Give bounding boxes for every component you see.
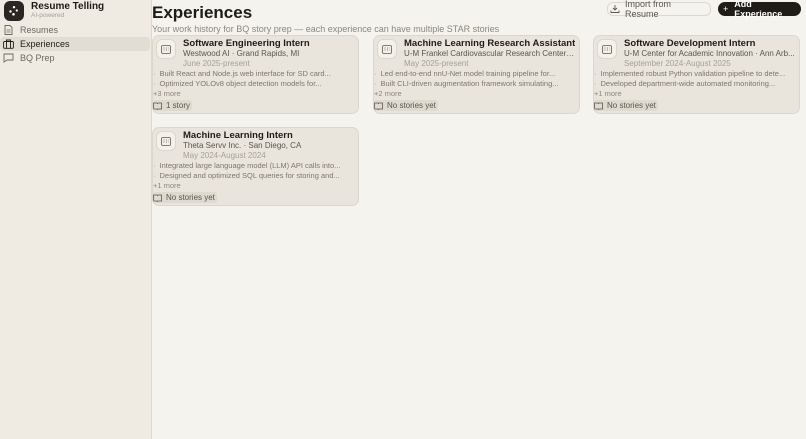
experience-card[interactable]: Software Engineering Intern Westwood AI … xyxy=(152,35,359,114)
download-icon xyxy=(610,4,620,14)
book-icon xyxy=(153,102,162,110)
stories-count: No stories yet xyxy=(387,101,436,110)
experience-org: Westwood AI · Grand Rapids, MI xyxy=(183,49,300,58)
plus-icon: + xyxy=(723,4,729,14)
stories-badge: No stories yet xyxy=(374,100,438,111)
experience-dates: June 2025-present xyxy=(183,59,250,68)
sidebar-item-experiences[interactable]: Experiences xyxy=(0,37,150,51)
more-bullets-link[interactable]: +3 more xyxy=(153,89,181,98)
building-icon xyxy=(597,39,617,59)
add-experience-button[interactable]: + Add Experience xyxy=(718,0,801,19)
sidebar: Resume Telling AI-powered Resumes Experi… xyxy=(0,0,152,439)
import-label: Import from Resume xyxy=(625,0,672,19)
import-from-resume-button[interactable]: Import from Resume xyxy=(607,0,711,19)
experience-dates: May 2024-August 2024 xyxy=(183,151,266,160)
experience-bullet: · Developed department-wide automated mon… xyxy=(594,79,776,88)
book-icon xyxy=(153,194,162,202)
experience-title: Machine Learning Intern xyxy=(183,130,293,141)
sidebar-item-resumes[interactable]: Resumes xyxy=(0,23,151,37)
stories-count: No stories yet xyxy=(607,101,656,110)
book-icon xyxy=(374,102,383,110)
building-icon xyxy=(156,131,176,151)
document-icon xyxy=(2,25,14,35)
page-title: Experiences xyxy=(152,3,253,22)
experience-org: U-M Center for Academic Innovation · Ann… xyxy=(624,49,795,58)
experience-card[interactable]: Software Development Intern U-M Center f… xyxy=(593,35,800,114)
experience-bullet: · Built CLI-driven augmentation framework… xyxy=(374,79,559,88)
experience-bullet: · Integrated large language model (LLM) A… xyxy=(153,161,341,170)
brand[interactable]: Resume Telling AI-powered xyxy=(0,0,151,22)
stories-badge: No stories yet xyxy=(153,192,217,203)
experience-bullet: · Led end-to-end nnU-Net model training p… xyxy=(374,69,556,78)
stories-badge: No stories yet xyxy=(594,100,658,111)
sparkle-logo-icon xyxy=(4,1,24,21)
more-bullets-link[interactable]: +1 more xyxy=(153,181,181,190)
chat-icon xyxy=(2,53,14,63)
sidebar-item-label: BQ Prep xyxy=(20,53,55,63)
experience-title: Software Development Intern xyxy=(624,38,756,49)
experience-card[interactable]: Machine Learning Research Assistant U-M … xyxy=(373,35,580,114)
briefcase-icon xyxy=(2,39,14,49)
sidebar-item-label: Experiences xyxy=(20,39,70,49)
sidebar-item-bq-prep[interactable]: BQ Prep xyxy=(0,51,151,65)
add-experience-label: Add Experience xyxy=(734,0,783,19)
main-content: Experiences Your work history for BQ sto… xyxy=(152,0,806,439)
experience-bullet: · Built React and Node.js web interface f… xyxy=(153,69,331,78)
stories-badge: 1 story xyxy=(153,100,193,111)
experience-org: Theta Servv Inc. · San Diego, CA xyxy=(183,141,302,150)
experience-bullet: · Implemented robust Python validation pi… xyxy=(594,69,786,78)
experience-title: Software Engineering Intern xyxy=(183,38,310,49)
experience-dates: May 2025-present xyxy=(404,59,469,68)
stories-count: No stories yet xyxy=(166,193,215,202)
sidebar-nav: Resumes Experiences BQ Prep xyxy=(0,23,151,65)
experience-title: Machine Learning Research Assistant xyxy=(404,38,575,49)
sidebar-item-label: Resumes xyxy=(20,25,59,35)
experience-org: U-M Frankel Cardiovascular Research Cent… xyxy=(404,49,576,58)
book-icon xyxy=(594,102,603,110)
experience-bullet: · Designed and optimized SQL queries for … xyxy=(153,171,340,180)
building-icon xyxy=(377,39,397,59)
building-icon xyxy=(156,39,176,59)
experience-dates: September 2024-August 2025 xyxy=(624,59,731,68)
experience-bullet: · Optimized YOLOv8 object detection model… xyxy=(153,79,322,88)
stories-count: 1 story xyxy=(166,101,191,110)
more-bullets-link[interactable]: +1 more xyxy=(594,89,622,98)
more-bullets-link[interactable]: +2 more xyxy=(374,89,402,98)
experience-card[interactable]: Machine Learning Intern Theta Servv Inc.… xyxy=(152,127,359,206)
page-subtitle: Your work history for BQ story prep — ea… xyxy=(152,24,500,34)
app-tagline: AI-powered xyxy=(31,12,65,20)
app-name: Resume Telling xyxy=(31,1,105,13)
